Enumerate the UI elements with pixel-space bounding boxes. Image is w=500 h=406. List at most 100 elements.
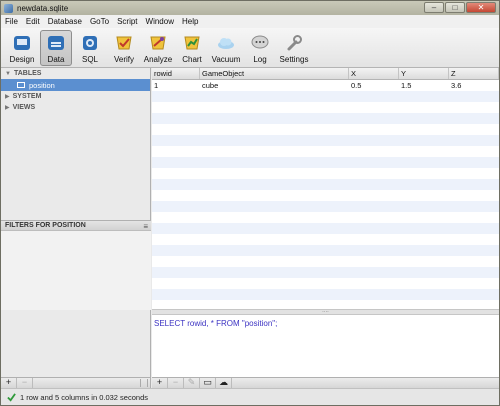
column-header-gameobject[interactable]: GameObject: [200, 68, 349, 79]
cell-gameobject[interactable]: cube: [200, 81, 349, 90]
data-icon: [48, 36, 64, 50]
filters-title: FILTERS FOR POSITION: [5, 222, 86, 229]
table-icon: [17, 82, 25, 88]
table-name: position: [29, 80, 55, 90]
settings-label: Settings: [279, 55, 309, 64]
system-header: SYSTEM: [12, 93, 42, 100]
menu-window[interactable]: Window: [146, 17, 174, 26]
empty-row: [152, 212, 499, 223]
cloud-icon: [218, 38, 234, 49]
analyze-icon: [150, 36, 166, 50]
collapsed-triangle-icon: ▶: [5, 105, 10, 111]
system-section[interactable]: ▶ SYSTEM: [1, 91, 150, 102]
settings-button[interactable]: Settings: [278, 30, 310, 66]
menu-help[interactable]: Help: [182, 17, 198, 26]
add-table-button[interactable]: +: [1, 378, 17, 388]
sql-label: SQL: [81, 55, 98, 64]
column-header-rowid[interactable]: rowid: [152, 68, 200, 79]
edit-icon[interactable]: ✎: [184, 378, 200, 388]
maximize-button[interactable]: □: [445, 2, 465, 13]
data-button[interactable]: Data: [40, 30, 72, 66]
vacuum-button[interactable]: Vacuum: [210, 30, 242, 66]
sidebar-bottom-bar: + −: [1, 377, 151, 388]
sql-button[interactable]: SQL: [74, 30, 106, 66]
status-bar: 1 row and 5 columns in 0.032 seconds: [1, 388, 499, 405]
analyze-label: Analyze: [143, 55, 173, 64]
minimize-button[interactable]: –: [424, 2, 444, 13]
tables-header: TABLES: [13, 70, 42, 77]
verify-icon: [116, 36, 132, 50]
grid-bottom-bar: + − ✎ ▭ ☁: [152, 377, 499, 388]
window-controls: – □ ✕: [424, 2, 496, 13]
column-header-z[interactable]: Z: [449, 68, 499, 79]
sql-query-text: SELECT rowid, * FROM "position";: [154, 319, 278, 328]
toolbar: Design Data SQL Verify Analyze Chart Vac…: [1, 28, 499, 68]
display-icon[interactable]: ▭: [200, 378, 216, 388]
empty-row: [152, 223, 499, 234]
design-label: Design: [9, 55, 35, 64]
empty-row: [152, 245, 499, 256]
design-icon: [14, 36, 30, 50]
empty-row: [152, 135, 499, 146]
window-title: newdata.sqlite: [17, 3, 69, 13]
title-bar[interactable]: newdata.sqlite – □ ✕: [1, 1, 499, 15]
views-header: VIEWS: [12, 104, 36, 111]
design-button[interactable]: Design: [6, 30, 38, 66]
verify-label: Verify: [113, 55, 134, 64]
remove-table-button[interactable]: −: [17, 378, 33, 388]
check-icon: [7, 392, 16, 402]
cloud-download-icon[interactable]: ☁: [216, 378, 232, 388]
empty-row: [152, 146, 499, 157]
log-label: Log: [253, 55, 267, 64]
tables-section[interactable]: ▼ TABLES: [1, 68, 150, 79]
empty-row: [152, 256, 499, 267]
speech-bubble-icon: [251, 35, 269, 49]
cell-y[interactable]: 1.5: [399, 81, 449, 90]
menu-database[interactable]: Database: [48, 17, 82, 26]
cell-rowid[interactable]: 1: [152, 81, 200, 90]
menu-bar: File Edit Database GoTo Script Window He…: [1, 15, 499, 28]
status-text: 1 row and 5 columns in 0.032 seconds: [20, 392, 148, 402]
menu-file[interactable]: File: [5, 17, 18, 26]
column-header-y[interactable]: Y: [399, 68, 449, 79]
verify-button[interactable]: Verify: [108, 30, 140, 66]
sidebar-item-position[interactable]: position: [1, 79, 150, 91]
close-button[interactable]: ✕: [466, 2, 496, 13]
empty-row: [152, 234, 499, 245]
menu-script[interactable]: Script: [117, 17, 137, 26]
empty-row: [152, 190, 499, 201]
wrench-icon: [287, 35, 302, 51]
resize-grip-icon[interactable]: [140, 379, 148, 387]
remove-row-button[interactable]: −: [168, 378, 184, 388]
empty-row: [152, 91, 499, 102]
expanded-triangle-icon: ▼: [5, 70, 11, 77]
menu-goto[interactable]: GoTo: [90, 17, 109, 26]
data-label: Data: [47, 55, 65, 64]
collapsed-triangle-icon: ▶: [5, 94, 10, 100]
sql-editor[interactable]: SELECT rowid, * FROM "position";: [152, 315, 499, 377]
data-grid[interactable]: rowid GameObject X Y Z 1 cube 0.5 1.5 3.…: [152, 68, 499, 309]
empty-row: [152, 201, 499, 212]
chart-button[interactable]: Chart: [176, 30, 208, 66]
empty-rows: [152, 91, 499, 309]
empty-row: [152, 124, 499, 135]
grid-header: rowid GameObject X Y Z: [152, 68, 499, 80]
add-row-button[interactable]: +: [152, 378, 168, 388]
column-header-x[interactable]: X: [349, 68, 399, 79]
analyze-button[interactable]: Analyze: [142, 30, 174, 66]
chart-icon: [184, 36, 200, 50]
menu-edit[interactable]: Edit: [26, 17, 40, 26]
sql-icon: [83, 36, 97, 50]
views-section[interactable]: ▶ VIEWS: [1, 102, 150, 113]
app-icon: [4, 3, 13, 13]
table-row[interactable]: 1 cube 0.5 1.5 3.6: [152, 80, 499, 91]
vacuum-label: Vacuum: [211, 55, 241, 64]
menu-icon[interactable]: ≡: [143, 222, 148, 231]
chart-label: Chart: [182, 55, 202, 64]
cell-z[interactable]: 3.6: [449, 81, 499, 90]
log-button[interactable]: Log: [244, 30, 276, 66]
filters-panel[interactable]: [1, 231, 151, 310]
empty-row: [152, 113, 499, 124]
cell-x[interactable]: 0.5: [349, 81, 399, 90]
empty-row: [152, 157, 499, 168]
